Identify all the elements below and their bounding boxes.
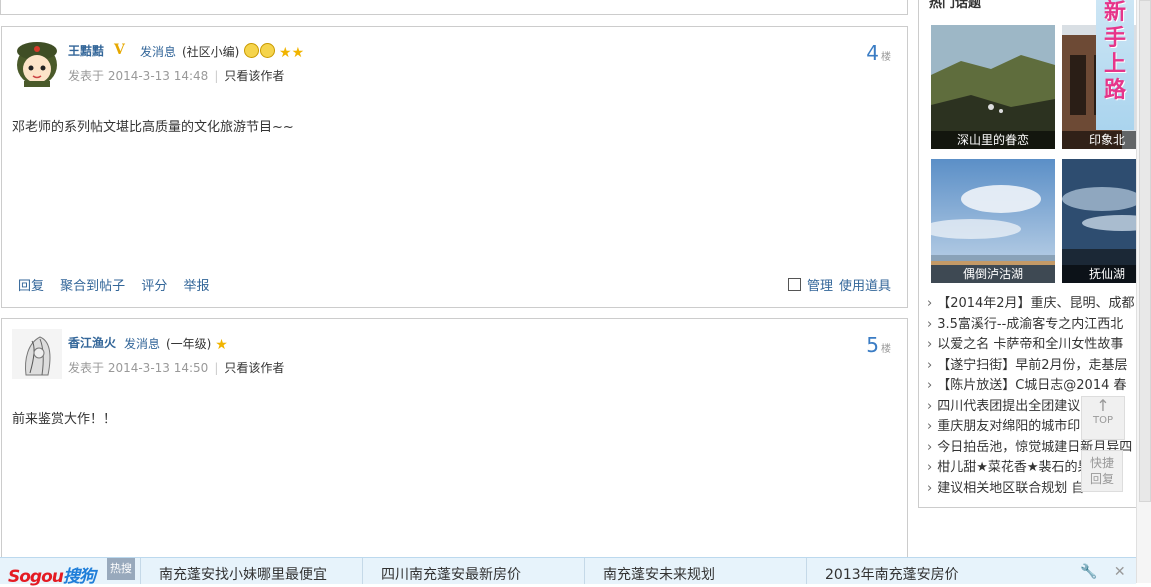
post-actions: 回复 聚合到帖子 评分 举报	[18, 275, 221, 294]
verified-v-icon: V	[114, 42, 125, 58]
manage-link[interactable]: 管理	[807, 279, 833, 294]
list-item[interactable]: › 【陈片放送】C城日志@2014 春	[927, 376, 1142, 397]
quick-reply-button[interactable]: 快捷 回复	[1081, 450, 1123, 492]
arrow-up-icon: ↑	[1096, 396, 1110, 415]
user-rank: (一年级) ★	[166, 335, 228, 353]
hot-thumb-1[interactable]: 深山里的眷恋	[931, 25, 1055, 149]
rate-button[interactable]: 评分	[141, 279, 167, 294]
manage-area: 管理 使用道具	[787, 275, 891, 294]
sogou-logo[interactable]: Sogou搜狗	[8, 562, 96, 587]
user-rank: (社区小编) ★★	[182, 43, 304, 61]
star-icon: ★	[279, 45, 292, 61]
username[interactable]: 香江渔火	[68, 334, 116, 351]
floor-num: 5	[866, 333, 879, 357]
rank-label: (社区小编)	[182, 45, 240, 59]
page-scrollbar[interactable]	[1136, 0, 1151, 583]
hot-search-link[interactable]: 2013年南充蓬安房价	[806, 558, 1028, 584]
newbie-guide-banner[interactable]: 新 手 上 路	[1096, 0, 1134, 130]
newbie-char: 新	[1103, 0, 1126, 25]
floor-number: 5楼	[866, 333, 891, 357]
bar-tools: 🔧 ✕	[1080, 564, 1126, 580]
close-icon[interactable]: ✕	[1114, 564, 1126, 580]
hot-search-link[interactable]: 四川南充蓬安最新房价	[362, 558, 584, 584]
sidebar-title: 热门话题	[929, 0, 982, 11]
newbie-char: 手	[1103, 26, 1126, 51]
hot-thumb-3[interactable]: 偶倒泸沽湖	[931, 159, 1055, 283]
send-message-link[interactable]: 发消息	[140, 43, 176, 60]
post-meta: 发表于 2014-3-13 14:48 | 只看该作者	[68, 69, 285, 83]
quick-reply-label: 回复	[1089, 472, 1114, 486]
post-content: 前来鉴赏大作！！	[12, 412, 117, 427]
post-time: 发表于 2014-3-13 14:50	[68, 361, 209, 375]
floor-number: 4楼	[866, 41, 891, 65]
reply-button[interactable]: 回复	[18, 279, 44, 294]
aggregate-button[interactable]: 聚合到帖子	[60, 279, 125, 294]
floor-unit: 楼	[881, 344, 891, 355]
newbie-char: 上	[1103, 52, 1126, 77]
thumb-caption: 偶倒泸沽湖	[931, 265, 1055, 283]
rank-label: (一年级)	[166, 337, 212, 351]
floor-unit: 楼	[881, 52, 891, 63]
thumb-caption: 深山里的眷恋	[931, 131, 1055, 149]
send-message-link[interactable]: 发消息	[124, 335, 160, 352]
post-time: 发表于 2014-3-13 14:48	[68, 69, 209, 83]
avatar[interactable]	[12, 37, 62, 87]
main-thread: 王黠黠 V 发消息 (社区小编) ★★ 发表于 2014-3-13 14:48 |…	[0, 0, 909, 583]
hot-search-links: 南充蓬安找小妹哪里最便宜 四川南充蓬安最新房价 南充蓬安未来规划 2013年南充…	[140, 558, 1028, 584]
previous-post-bottom	[0, 0, 908, 15]
scrollbar-thumb[interactable]	[1139, 0, 1151, 502]
use-tool-link[interactable]: 使用道具	[839, 279, 891, 294]
list-item[interactable]: › 【2014年2月】重庆、昆明、成都	[927, 294, 1142, 315]
star-icon: ★	[215, 337, 228, 353]
star-icon: ★	[291, 45, 305, 61]
post-meta: 发表于 2014-3-13 14:50 | 只看该作者	[68, 361, 285, 375]
newbie-char: 路	[1103, 78, 1126, 103]
sogou-hot-search-bar: Sogou搜狗 热搜 南充蓬安找小妹哪里最便宜 四川南充蓬安最新房价 南充蓬安未…	[0, 557, 1136, 587]
smiley-medal-icon	[260, 43, 276, 58]
username[interactable]: 王黠黠	[68, 42, 104, 59]
hot-search-link[interactable]: 南充蓬安找小妹哪里最便宜	[140, 558, 362, 584]
wrench-icon[interactable]: 🔧	[1080, 564, 1097, 580]
quick-reply-label: 快捷	[1089, 456, 1114, 470]
post-floor-4: 王黠黠 V 发消息 (社区小编) ★★ 发表于 2014-3-13 14:48 |…	[1, 26, 908, 308]
list-item[interactable]: › 【遂宁扫街】早前2月份，走基层	[927, 356, 1142, 377]
post-content: 邓老师的系列帖文堪比高质量的文化旅游节目~~	[12, 120, 294, 135]
manage-checkbox[interactable]	[787, 278, 801, 291]
hot-search-tag: 热搜	[107, 558, 135, 580]
avatar[interactable]	[12, 329, 62, 379]
only-author-link[interactable]: 只看该作者	[224, 69, 284, 83]
list-item[interactable]: › 3.5富溪行--成渝客专之内江西北	[927, 315, 1142, 336]
top-label: TOP	[1092, 415, 1113, 426]
smiley-medal-icon	[244, 43, 260, 58]
list-item[interactable]: › 以爱之名 卡萨帝和全川女性故事	[927, 335, 1142, 356]
hot-search-link[interactable]: 南充蓬安未来规划	[584, 558, 806, 584]
report-button[interactable]: 举报	[183, 279, 209, 294]
back-to-top-button[interactable]: ↑ TOP	[1081, 396, 1125, 440]
post-floor-5: 香江渔火 发消息 (一年级) ★ 发表于 2014-3-13 14:50 | 只看该…	[1, 318, 908, 570]
only-author-link[interactable]: 只看该作者	[224, 361, 284, 375]
floor-num: 4	[866, 41, 879, 65]
